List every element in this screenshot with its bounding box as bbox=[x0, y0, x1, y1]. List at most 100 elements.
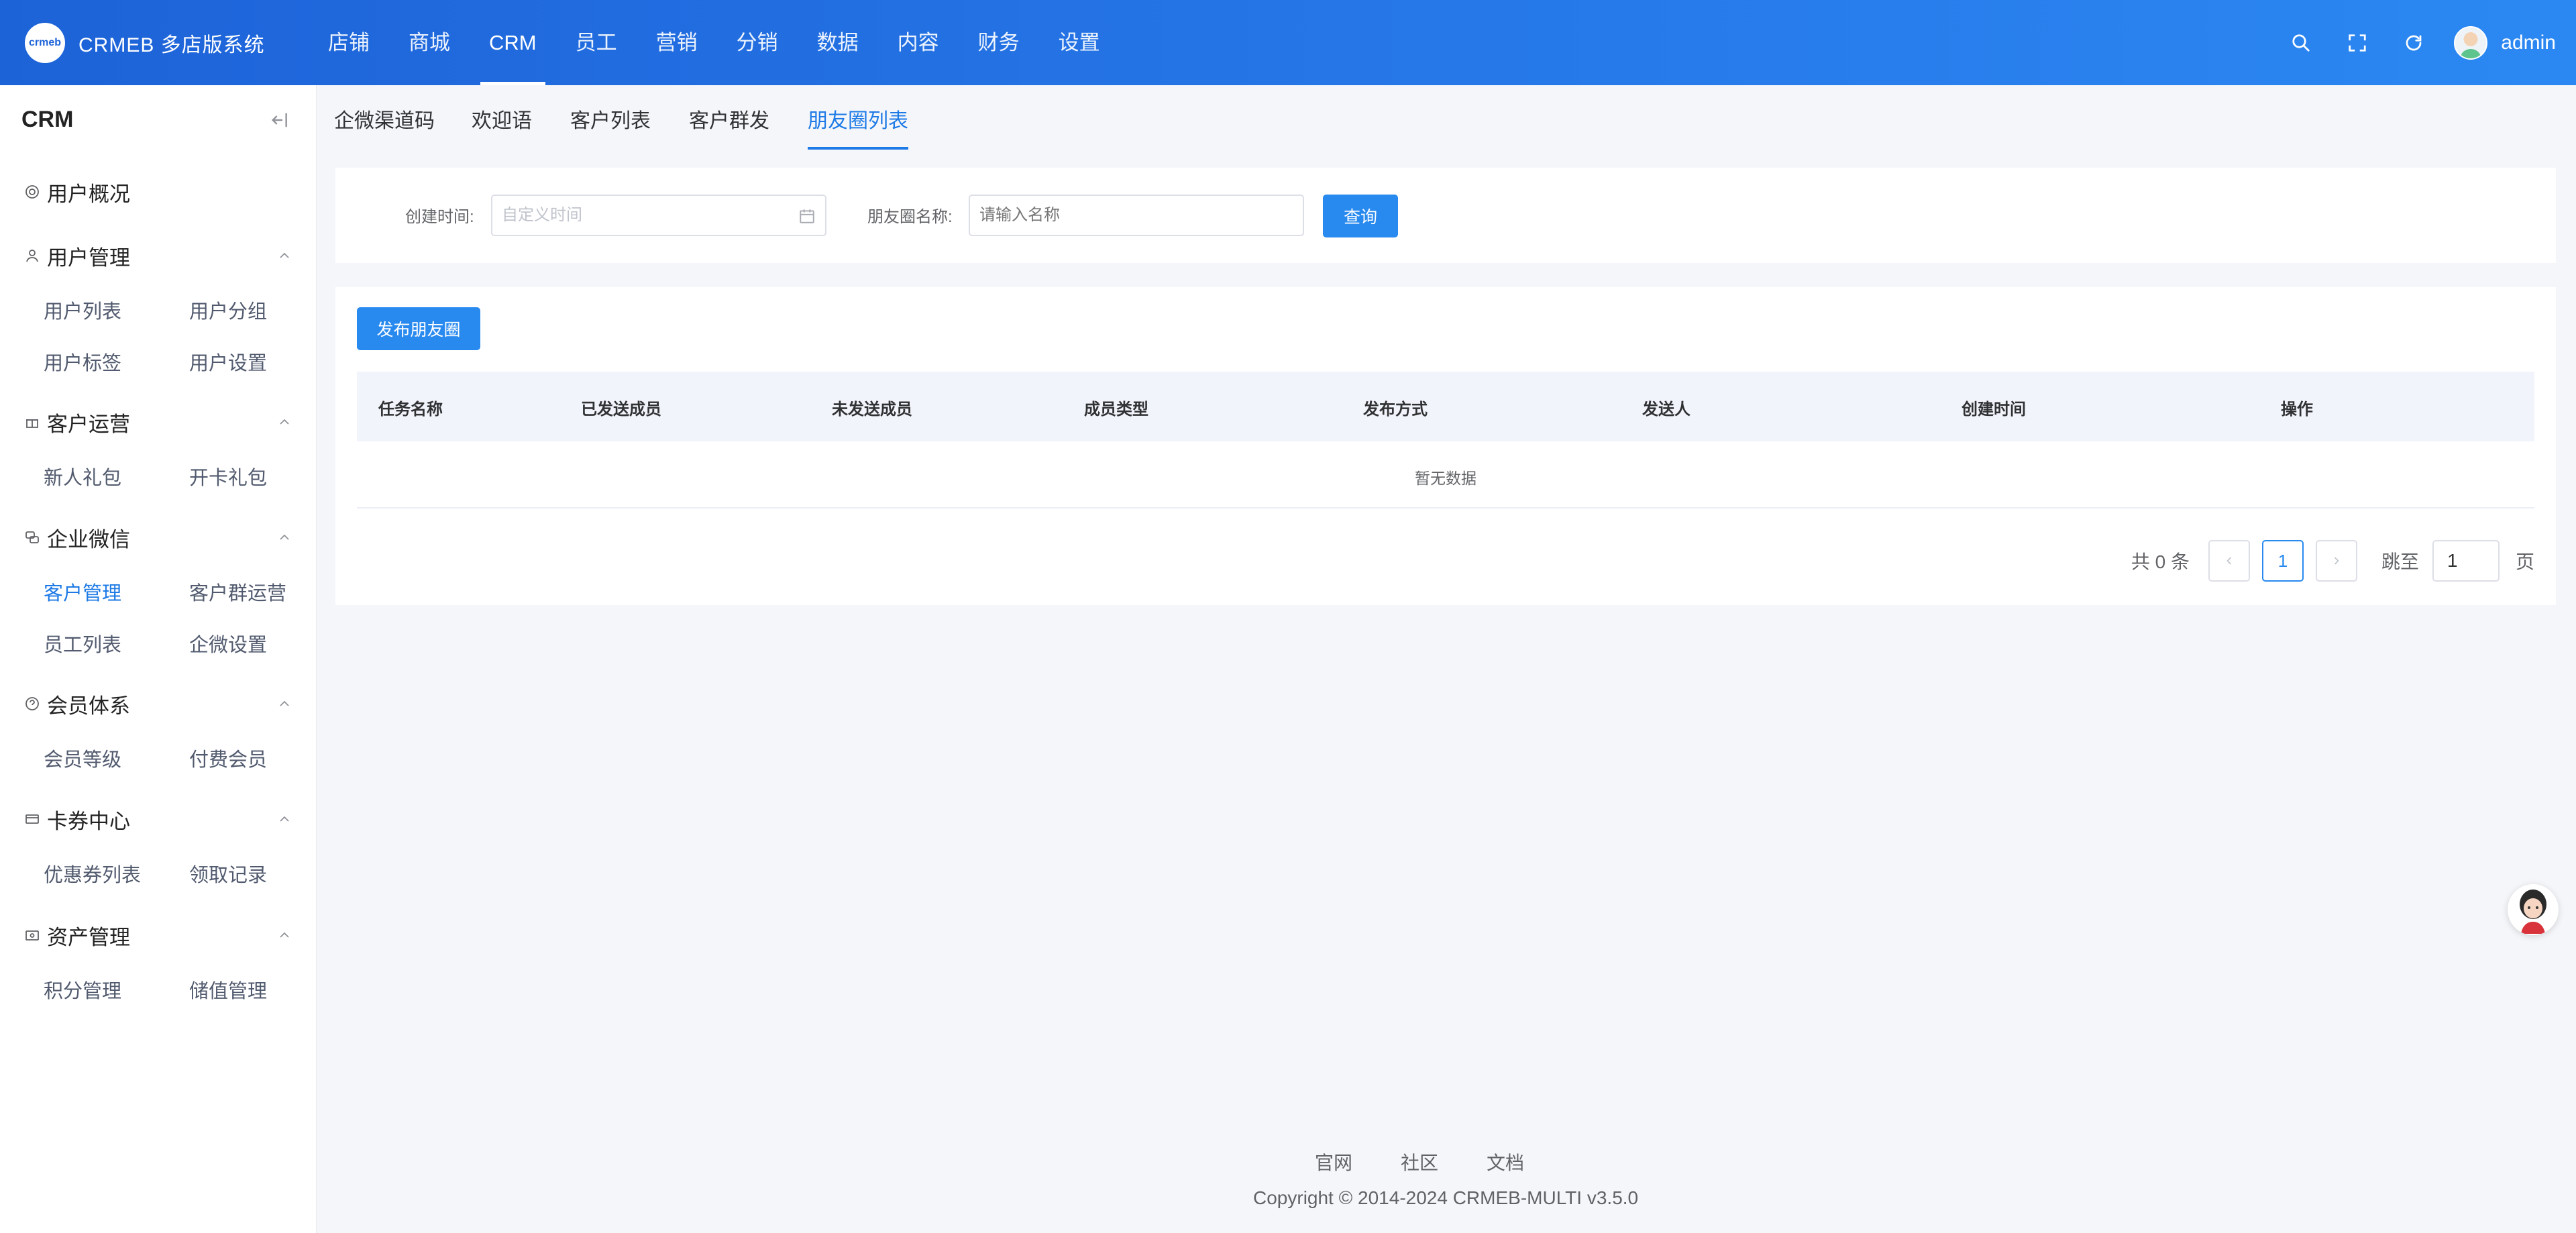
refresh-icon[interactable] bbox=[2385, 0, 2442, 85]
table-card: 发布朋友圈 任务名称 已发送成员 未发送成员 成员类型 发布方式 发送人 创建时… bbox=[335, 287, 2556, 605]
page-unit-label: 页 bbox=[2515, 551, 2534, 572]
chevron-up-icon bbox=[280, 534, 289, 540]
sidebar-group-coupon[interactable]: 卡券中心 bbox=[24, 804, 292, 835]
tab-customer-list[interactable]: 客户列表 bbox=[570, 104, 651, 147]
wallet-icon bbox=[25, 930, 39, 941]
top-header: crmeb CRMEB 多店版系统 店铺 商城 CRM 员工 营销 分销 数据 … bbox=[0, 0, 2576, 85]
user-icon bbox=[26, 250, 38, 262]
tab-customer-broadcast[interactable]: 客户群发 bbox=[689, 104, 769, 147]
sidebar-item-label: 用户概况 bbox=[47, 182, 130, 206]
sidebar-item-newcomer-gift[interactable]: 新人礼包 bbox=[44, 462, 121, 490]
member-icon bbox=[25, 697, 39, 710]
chevron-up-icon bbox=[280, 252, 289, 258]
sidebar-group-label: 用户管理 bbox=[47, 246, 130, 270]
column-header: 成员类型 bbox=[1084, 400, 1148, 419]
sidebar-group-label: 资产管理 bbox=[47, 925, 130, 949]
tab-channel-code[interactable]: 企微渠道码 bbox=[334, 104, 435, 147]
footer-link-website[interactable]: 官网 bbox=[1315, 1148, 1352, 1175]
tab-welcome[interactable]: 欢迎语 bbox=[472, 104, 532, 147]
total-count: 共 0 条 bbox=[2131, 551, 2190, 572]
sidebar-item-user-group[interactable]: 用户分组 bbox=[189, 296, 267, 324]
prev-page-button[interactable] bbox=[2208, 540, 2250, 582]
created-time-label: 创建时间: bbox=[405, 208, 474, 226]
column-header: 发送人 bbox=[1642, 400, 1690, 419]
sidebar-item-group-ops[interactable]: 客户群运营 bbox=[189, 578, 286, 606]
sidebar-item-overview[interactable]: 用户概况 bbox=[24, 176, 292, 207]
pagination: 共 0 条 1 跳至 1 页 bbox=[2131, 540, 2534, 582]
username[interactable]: admin bbox=[2501, 32, 2556, 54]
sidebar-item-customer-manage[interactable]: 客户管理 bbox=[44, 578, 121, 606]
sidebar-item-user-settings[interactable]: 用户设置 bbox=[189, 347, 267, 376]
sidebar-group-membership[interactable]: 会员体系 bbox=[24, 688, 292, 719]
sidebar-group-label: 会员体系 bbox=[47, 694, 130, 718]
sidebar-group-customer-ops[interactable]: 客户运营 bbox=[24, 407, 292, 437]
table-empty-row: 暂无数据 bbox=[357, 441, 2534, 508]
sidebar-item-coupon-list[interactable]: 优惠券列表 bbox=[44, 859, 141, 888]
topnav-item-crm[interactable]: CRM bbox=[470, 0, 556, 85]
sidebar-item-stored-value[interactable]: 储值管理 bbox=[189, 975, 267, 1004]
sidebar-group-assets[interactable]: 资产管理 bbox=[24, 920, 292, 951]
publish-moments-button[interactable]: 发布朋友圈 bbox=[357, 307, 480, 350]
sidebar-item-claim-records[interactable]: 领取记录 bbox=[189, 859, 267, 888]
next-page-button[interactable] bbox=[2315, 540, 2357, 582]
moments-name-input[interactable] bbox=[969, 195, 1304, 236]
chevron-up-icon bbox=[280, 700, 289, 706]
chevron-left-icon bbox=[2226, 557, 2232, 565]
sidebar-item-user-tag[interactable]: 用户标签 bbox=[44, 347, 121, 376]
sidebar-item-card-gift[interactable]: 开卡礼包 bbox=[189, 462, 267, 490]
footer-links: 官网 社区 文档 bbox=[1315, 1148, 1524, 1175]
page-number-button[interactable]: 1 bbox=[2261, 540, 2304, 582]
calendar-icon bbox=[800, 209, 814, 223]
gift-icon bbox=[26, 419, 38, 428]
topnav-item-content[interactable]: 内容 bbox=[878, 0, 959, 85]
topnav-item-marketing[interactable]: 营销 bbox=[637, 0, 717, 85]
column-header: 已发送成员 bbox=[581, 400, 661, 419]
header-tools: admin bbox=[2273, 0, 2576, 85]
logo-badge: crmeb bbox=[25, 23, 65, 63]
chevron-up-icon bbox=[280, 419, 289, 425]
topnav-item-finance[interactable]: 财务 bbox=[959, 0, 1039, 85]
topnav-item-staff[interactable]: 员工 bbox=[556, 0, 637, 85]
app-title: CRMEB 多店版系统 bbox=[78, 34, 265, 56]
customer-service-icon[interactable] bbox=[2508, 884, 2559, 935]
sidebar-item-paid-member[interactable]: 付费会员 bbox=[189, 744, 267, 772]
moments-name-label: 朋友圈名称: bbox=[867, 208, 953, 226]
search-icon[interactable] bbox=[2273, 0, 2329, 85]
topnav-item-store[interactable]: 店铺 bbox=[309, 0, 389, 85]
sub-tabs: 企微渠道码 欢迎语 客户列表 客户群发 朋友圈列表 bbox=[317, 85, 2576, 150]
sidebar-item-wecom-settings[interactable]: 企微设置 bbox=[189, 629, 267, 657]
footer-link-community[interactable]: 社区 bbox=[1401, 1148, 1438, 1175]
sidebar-item-staff-list[interactable]: 员工列表 bbox=[44, 629, 121, 657]
card-icon bbox=[25, 814, 39, 824]
jump-page-input[interactable]: 1 bbox=[2432, 540, 2500, 582]
chevron-up-icon bbox=[280, 816, 289, 822]
query-button[interactable]: 查询 bbox=[1323, 195, 1398, 237]
avatar[interactable] bbox=[2454, 25, 2488, 60]
app-logo[interactable]: crmeb CRMEB 多店版系统 bbox=[25, 23, 265, 63]
topnav-item-mall[interactable]: 商城 bbox=[389, 0, 470, 85]
fullscreen-icon[interactable] bbox=[2329, 0, 2385, 85]
sidebar-group-label: 客户运营 bbox=[47, 412, 130, 436]
sidebar-group-wecom[interactable]: 企业微信 bbox=[24, 522, 292, 553]
created-time-placeholder: 自定义时间 bbox=[502, 206, 582, 224]
topnav-item-settings[interactable]: 设置 bbox=[1039, 0, 1120, 85]
sidebar-item-member-level[interactable]: 会员等级 bbox=[44, 744, 121, 772]
column-header: 发布方式 bbox=[1363, 400, 1428, 419]
tab-moments-list[interactable]: 朋友圈列表 bbox=[808, 104, 908, 150]
sidebar-group-label: 企业微信 bbox=[47, 527, 130, 551]
topnav-item-distribution[interactable]: 分销 bbox=[717, 0, 798, 85]
sidebar-title: CRM bbox=[21, 107, 74, 132]
filter-form: 创建时间: 自定义时间 朋友圈名称: 查询 bbox=[335, 168, 2556, 263]
top-nav: 店铺 商城 CRM 员工 营销 分销 数据 内容 财务 设置 bbox=[309, 0, 1120, 85]
table-header: 任务名称 已发送成员 未发送成员 成员类型 发布方式 发送人 创建时间 操作 bbox=[357, 372, 2534, 441]
sidebar-group-user[interactable]: 用户管理 bbox=[24, 240, 292, 271]
sidebar-item-user-list[interactable]: 用户列表 bbox=[44, 296, 121, 324]
topnav-item-data[interactable]: 数据 bbox=[798, 0, 878, 85]
collapse-sidebar-icon[interactable] bbox=[268, 109, 292, 133]
created-time-picker[interactable]: 自定义时间 bbox=[491, 195, 826, 236]
chevron-right-icon bbox=[2334, 557, 2339, 565]
sidebar: CRM 用户概况 用户管理 用户列表 用户分组 用户标签 用户设置 客户运营 新… bbox=[0, 85, 317, 1233]
footer-link-docs[interactable]: 文档 bbox=[1487, 1148, 1524, 1175]
sidebar-item-points[interactable]: 积分管理 bbox=[44, 975, 121, 1004]
overview-icon bbox=[25, 185, 39, 199]
